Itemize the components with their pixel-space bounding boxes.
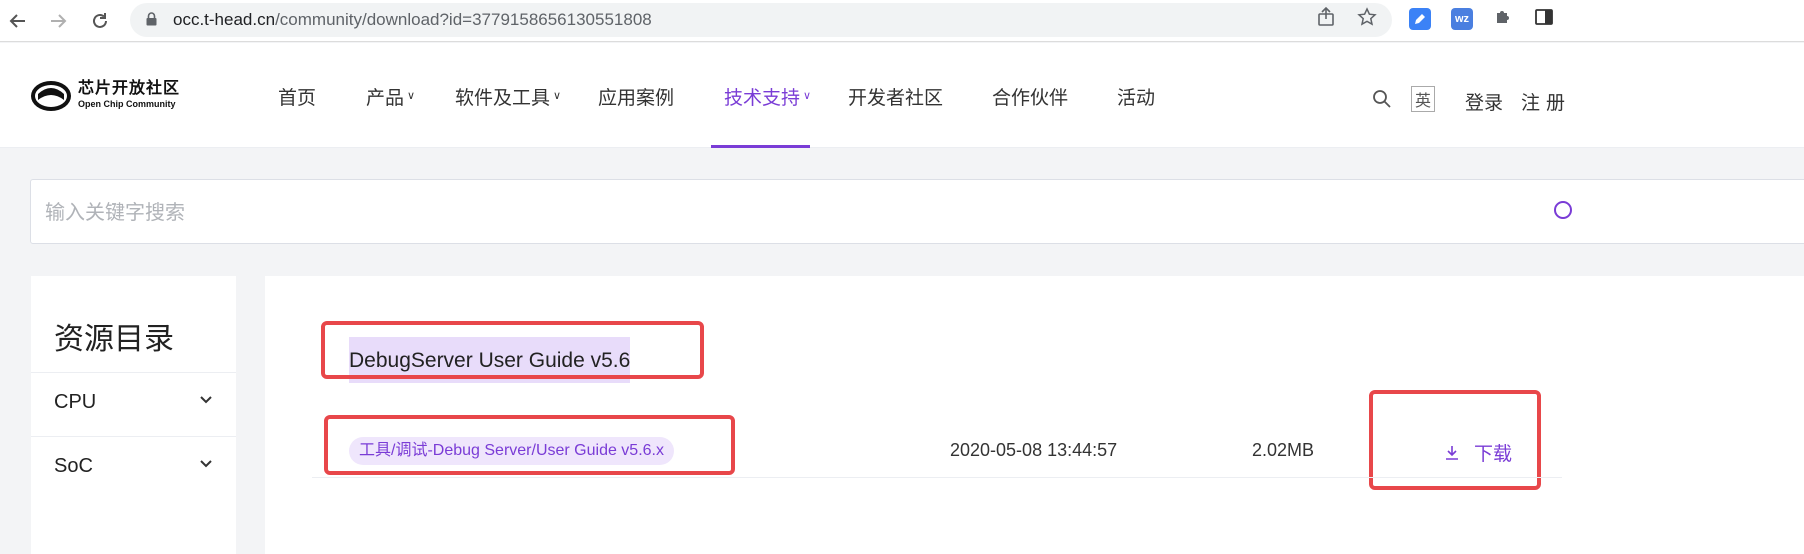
extension-wz-icon[interactable]: wz <box>1451 8 1473 30</box>
nav-item-products[interactable]: 产品 ∨ <box>366 83 415 110</box>
nav-item-partners[interactable]: 合作伙伴 <box>992 83 1068 110</box>
sidebar-item-label: CPU <box>54 391 97 413</box>
sidebar-item-cpu[interactable]: CPU <box>31 373 236 435</box>
url-text: occ.t-head.cn/community/download?id=3779… <box>173 10 652 29</box>
logo-en-text: Open Chip Community <box>78 99 176 109</box>
file-date: 2020-05-08 13:44:57 <box>950 440 1118 460</box>
address-bar[interactable]: occ.t-head.cn/community/download?id=3779… <box>130 3 1392 37</box>
login-link[interactable]: 登录 <box>1465 88 1503 115</box>
lock-icon <box>146 12 157 26</box>
logo-cn-text: 芯片开放社区 <box>78 80 181 97</box>
search-submit-icon[interactable] <box>1553 200 1573 220</box>
file-size: 2.02MB <box>1252 440 1315 460</box>
extension-edit-icon[interactable] <box>1409 8 1431 30</box>
nav-item-events[interactable]: 活动 <box>1117 83 1155 110</box>
bookmark-star-icon[interactable] <box>1357 7 1377 27</box>
chevron-down-icon <box>200 396 212 404</box>
chevron-down-icon: ∨ <box>803 90 812 102</box>
download-highlight-box <box>1369 390 1541 490</box>
nav-item-home[interactable]: 首页 <box>278 83 316 110</box>
share-icon[interactable] <box>1316 7 1336 27</box>
nav-item-developer-community[interactable]: 开发者社区 <box>848 83 943 110</box>
search-icon[interactable] <box>1372 89 1392 109</box>
resource-sidebar: 资源目录 CPU SoC <box>31 276 236 554</box>
reload-icon[interactable] <box>86 7 114 35</box>
search-input[interactable] <box>45 198 1445 228</box>
back-arrow-icon[interactable] <box>4 7 32 35</box>
chevron-down-icon: ∨ <box>553 90 562 102</box>
logo-mark-icon <box>31 81 71 111</box>
resource-search-box <box>30 179 1804 244</box>
register-link[interactable]: 注册 <box>1521 88 1571 115</box>
side-panel-icon[interactable] <box>1534 7 1554 27</box>
site-logo[interactable]: 芯片开放社区 Open Chip Community <box>30 78 180 112</box>
tag-highlight-box <box>324 415 735 475</box>
forward-arrow-icon[interactable] <box>44 7 72 35</box>
nav-item-software-tools[interactable]: 软件及工具 ∨ <box>455 83 561 110</box>
row-divider <box>312 477 1562 478</box>
active-nav-indicator <box>711 145 810 148</box>
sidebar-title: 资源目录 <box>54 323 174 356</box>
browser-toolbar: occ.t-head.cn/community/download?id=3779… <box>0 0 1804 42</box>
title-highlight-box <box>321 321 704 379</box>
nav-item-tech-support[interactable]: 技术支持 ∨ <box>724 83 811 110</box>
nav-item-cases[interactable]: 应用案例 <box>598 83 674 110</box>
site-header: 芯片开放社区 Open Chip Community 首页 产品 ∨ 软件及工具 ∨… <box>0 43 1804 148</box>
chevron-down-icon: ∨ <box>407 90 416 102</box>
chevron-down-icon <box>200 460 212 468</box>
sidebar-item-label: SoC <box>54 455 93 477</box>
puzzle-extensions-icon[interactable] <box>1493 7 1513 27</box>
language-toggle-button[interactable]: 英 <box>1411 86 1435 112</box>
sidebar-item-soc[interactable]: SoC <box>31 437 236 499</box>
